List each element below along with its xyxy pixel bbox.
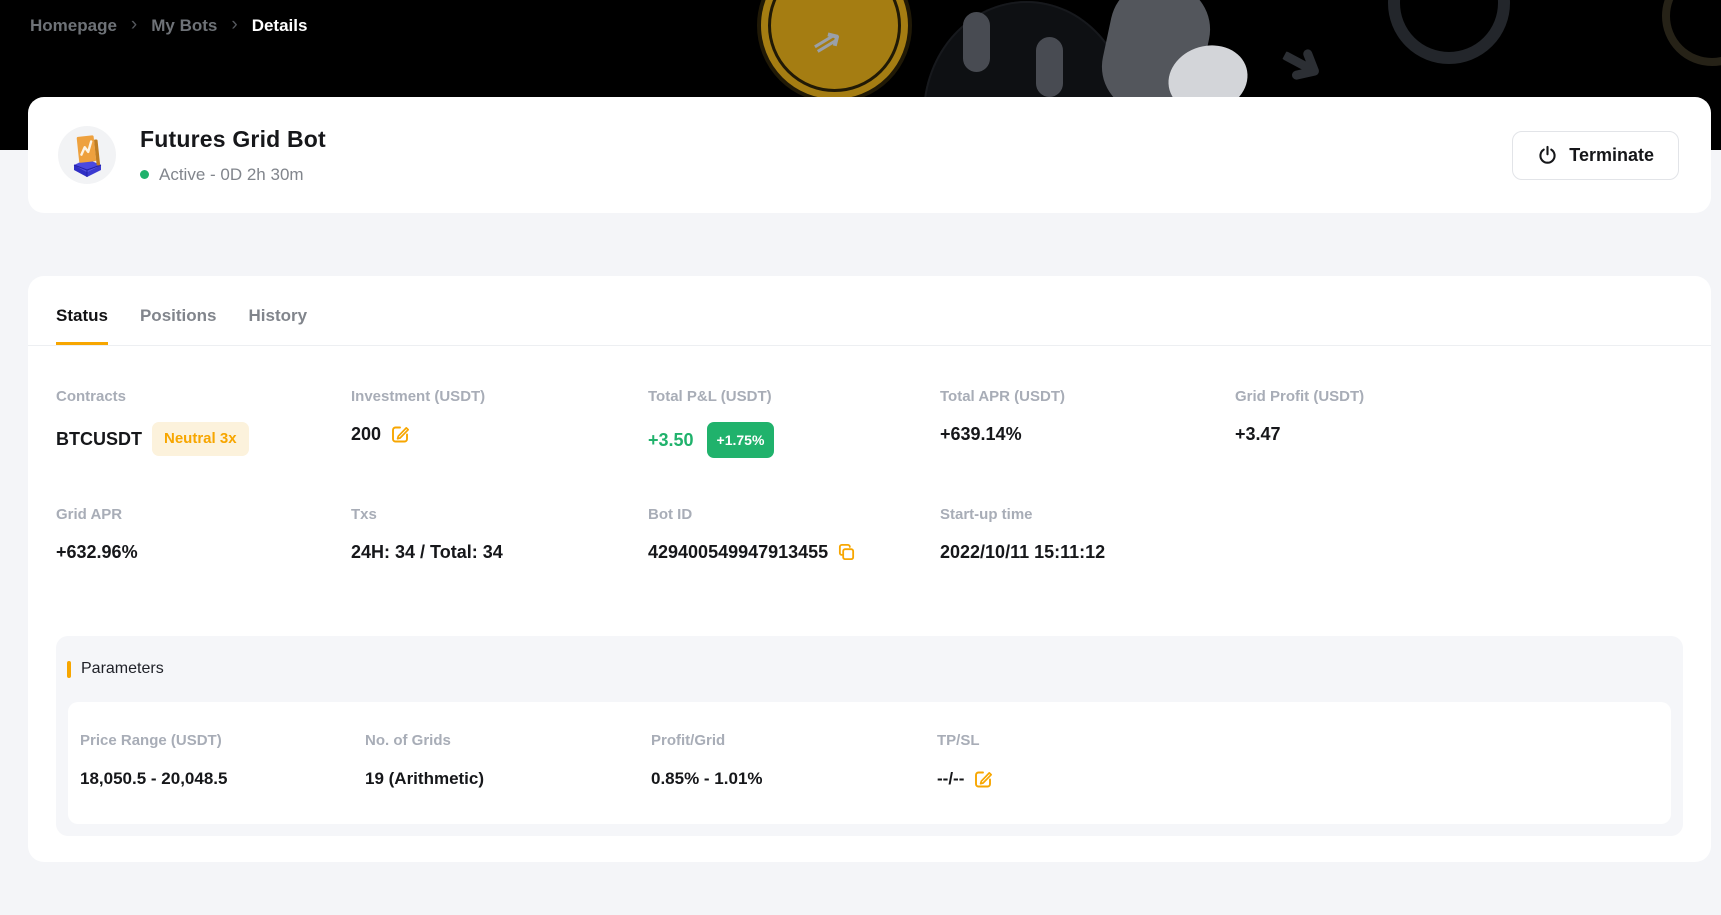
- terminate-label: Terminate: [1569, 145, 1654, 166]
- txs-value: 24H: 34 / Total: 34: [351, 540, 503, 564]
- profit-grid-value: 0.85% - 1.01%: [651, 768, 763, 790]
- accent-bar: [67, 661, 71, 678]
- stat-label: Grid APR: [56, 506, 351, 524]
- stat-txs: Txs 24H: 34 / Total: 34: [351, 506, 648, 564]
- stat-label: Txs: [351, 506, 648, 524]
- edit-icon: [973, 769, 993, 789]
- edit-icon: [390, 424, 410, 444]
- stat-startup-time: Start-up time 2022/10/11 15:11:12: [940, 506, 1235, 564]
- param-label: No. of Grids: [365, 732, 651, 750]
- breadcrumb-homepage[interactable]: Homepage: [30, 16, 117, 36]
- bot-details-card: Status Positions History Contracts BTCUS…: [28, 276, 1711, 862]
- stat-label: Contracts: [56, 388, 351, 406]
- tab-history[interactable]: History: [248, 306, 307, 345]
- chevron-right-icon: ›: [131, 14, 137, 36]
- pnl-percent-badge: +1.75%: [707, 422, 775, 458]
- copy-icon: [837, 543, 856, 562]
- parameters-title: Parameters: [81, 660, 164, 678]
- startup-time-value: 2022/10/11 15:11:12: [940, 540, 1105, 564]
- param-label: TP/SL: [937, 732, 1659, 750]
- grid-bot-icon: [64, 132, 110, 178]
- robot-eye: [1036, 37, 1063, 97]
- bot-id-value: 429400549947913455: [648, 540, 828, 564]
- stat-label: Bot ID: [648, 506, 940, 524]
- chevron-right-icon: ›: [231, 14, 237, 36]
- terminate-button[interactable]: Terminate: [1512, 131, 1679, 180]
- stat-grid-apr: Grid APR +632.96%: [56, 506, 351, 564]
- stat-total-pnl: Total P&L (USDT) +3.50 +1.75%: [648, 388, 940, 458]
- stat-total-apr: Total APR (USDT) +639.14%: [940, 388, 1235, 458]
- green-dot-icon: [140, 170, 149, 179]
- arrow-illustration: [1276, 40, 1329, 90]
- edit-investment-button[interactable]: [390, 424, 410, 444]
- stats-grid: Contracts BTCUSDT Neutral 3x Investment …: [28, 388, 1711, 564]
- breadcrumb: Homepage › My Bots › Details: [0, 0, 1721, 37]
- stat-label: Grid Profit (USDT): [1235, 388, 1683, 406]
- stat-investment: Investment (USDT) 200: [351, 388, 648, 458]
- param-no-of-grids: No. of Grids 19 (Arithmetic): [365, 732, 651, 790]
- param-label: Profit/Grid: [651, 732, 937, 750]
- stat-bot-id: Bot ID 429400549947913455: [648, 506, 940, 564]
- param-tp-sl: TP/SL --/--: [937, 732, 1659, 790]
- stat-label: Total APR (USDT): [940, 388, 1235, 406]
- param-profit-grid: Profit/Grid 0.85% - 1.01%: [651, 732, 937, 790]
- grid-apr-value: +632.96%: [56, 540, 138, 564]
- bot-avatar: [58, 126, 116, 184]
- grid-profit-value: +3.47: [1235, 422, 1281, 446]
- bot-status-text: Active - 0D 2h 30m: [159, 165, 304, 185]
- no-of-grids-value: 19 (Arithmetic): [365, 768, 484, 790]
- tab-status[interactable]: Status: [56, 306, 108, 345]
- param-price-range: Price Range (USDT) 18,050.5 - 20,048.5: [80, 732, 365, 790]
- stat-contracts: Contracts BTCUSDT Neutral 3x: [56, 388, 351, 458]
- page-title: Futures Grid Bot: [140, 126, 326, 153]
- tp-sl-value: --/--: [937, 768, 964, 790]
- stat-label: Total P&L (USDT): [648, 388, 940, 406]
- parameters-panel: Price Range (USDT) 18,050.5 - 20,048.5 N…: [68, 702, 1671, 824]
- contracts-value: BTCUSDT: [56, 427, 142, 451]
- parameters-section: Parameters Price Range (USDT) 18,050.5 -…: [56, 636, 1683, 836]
- stat-label: Investment (USDT): [351, 388, 648, 406]
- param-label: Price Range (USDT): [80, 732, 365, 750]
- total-pnl-value: +3.50: [648, 428, 694, 452]
- edit-tp-sl-button[interactable]: [973, 769, 993, 789]
- bot-header-card: Futures Grid Bot Active - 0D 2h 30m Term…: [28, 97, 1711, 213]
- copy-bot-id-button[interactable]: [837, 543, 856, 562]
- tab-positions[interactable]: Positions: [140, 306, 217, 345]
- investment-value: 200: [351, 422, 381, 446]
- leverage-badge: Neutral 3x: [152, 422, 249, 456]
- total-apr-value: +639.14%: [940, 422, 1022, 446]
- breadcrumb-details: Details: [252, 16, 308, 36]
- price-range-value: 18,050.5 - 20,048.5: [80, 768, 227, 790]
- breadcrumb-my-bots[interactable]: My Bots: [151, 16, 217, 36]
- stat-grid-profit: Grid Profit (USDT) +3.47: [1235, 388, 1683, 458]
- power-icon: [1537, 145, 1558, 166]
- tab-bar: Status Positions History: [28, 276, 1711, 346]
- stat-label: Start-up time: [940, 506, 1235, 524]
